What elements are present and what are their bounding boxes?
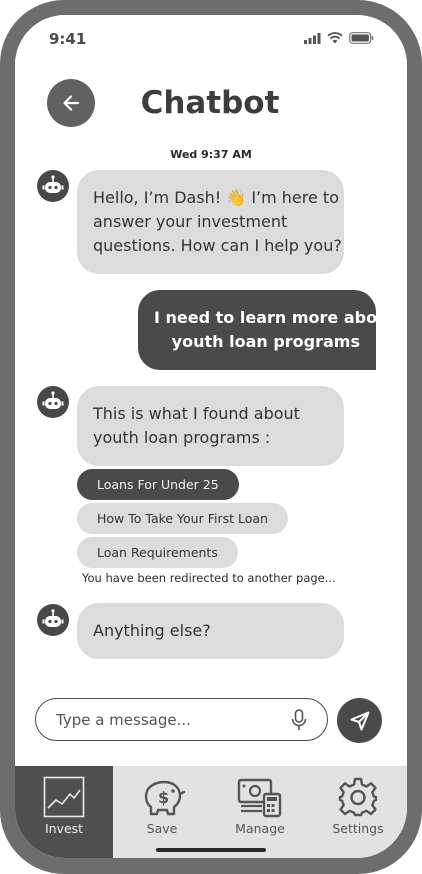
tab-save[interactable]: $ Save — [113, 766, 211, 858]
bot-message-followup: Anything else? — [77, 603, 344, 659]
bot-avatar — [37, 604, 69, 636]
robot-icon — [42, 175, 64, 193]
chart-icon — [43, 776, 85, 818]
message-line: answer your investment — [93, 212, 288, 231]
signal-icon — [304, 32, 321, 44]
user-message: I need to learn more about youth loan pr… — [138, 290, 397, 370]
message-input[interactable] — [54, 707, 278, 733]
page-title: Chatbot — [140, 85, 280, 121]
suggestion-loans-under-25[interactable]: Loans For Under 25 — [77, 469, 239, 500]
status-icons — [304, 31, 374, 45]
status-time: 9:41 — [49, 30, 87, 48]
bot-avatar — [37, 170, 69, 202]
message-input-field[interactable] — [35, 698, 328, 741]
tab-label: Settings — [332, 821, 384, 836]
arrow-left-icon — [63, 95, 80, 111]
message-line: questions. How can I help you? — [93, 236, 342, 255]
tab-label: Invest — [44, 821, 84, 836]
home-indicator — [156, 848, 266, 852]
tab-invest[interactable]: Invest — [15, 766, 113, 858]
back-button[interactable] — [47, 79, 95, 127]
chat-timestamp: Wed 9:37 AM — [170, 148, 252, 161]
battery-icon — [349, 32, 374, 44]
tab-label: Save — [146, 821, 178, 836]
robot-icon — [42, 391, 64, 409]
suggestion-loan-requirements[interactable]: Loan Requirements — [77, 537, 238, 568]
svg-text:$: $ — [158, 788, 169, 807]
message-line: I need to learn more about — [154, 308, 397, 327]
status-bar: 9:41 — [15, 15, 407, 65]
gear-icon — [338, 777, 378, 817]
bot-avatar — [37, 386, 69, 418]
message-line: Anything else? — [93, 621, 211, 640]
wifi-icon — [327, 32, 343, 44]
message-line: youth loan programs — [171, 332, 360, 351]
tab-settings[interactable]: Settings — [309, 766, 407, 858]
tab-label: Manage — [235, 821, 285, 836]
bottom-tab-bar: Invest $ Save Manage Settings — [15, 766, 407, 858]
money-calculator-icon — [237, 778, 282, 818]
message-line: This is what I found about — [93, 404, 300, 423]
message-line: Hello, I’m Dash! 👋 I’m here to — [93, 188, 339, 207]
redirect-notice: You have been redirected to another page… — [82, 571, 336, 585]
piggy-bank-icon: $ — [144, 780, 186, 816]
bot-message-greeting: Hello, I’m Dash! 👋 I’m here to answer yo… — [77, 170, 344, 274]
send-button[interactable] — [337, 698, 382, 743]
phone-screen: 9:41 Chatbot Wed 9:37 AM Hello, I’m Dash… — [15, 15, 407, 858]
tab-manage[interactable]: Manage — [211, 766, 309, 858]
suggestion-first-loan[interactable]: How To Take Your First Loan — [77, 503, 288, 534]
microphone-icon[interactable] — [291, 709, 307, 731]
message-line: youth loan programs : — [93, 428, 271, 447]
send-icon — [350, 711, 369, 730]
robot-icon — [42, 609, 64, 627]
bot-message-results: This is what I found about youth loan pr… — [77, 386, 344, 466]
